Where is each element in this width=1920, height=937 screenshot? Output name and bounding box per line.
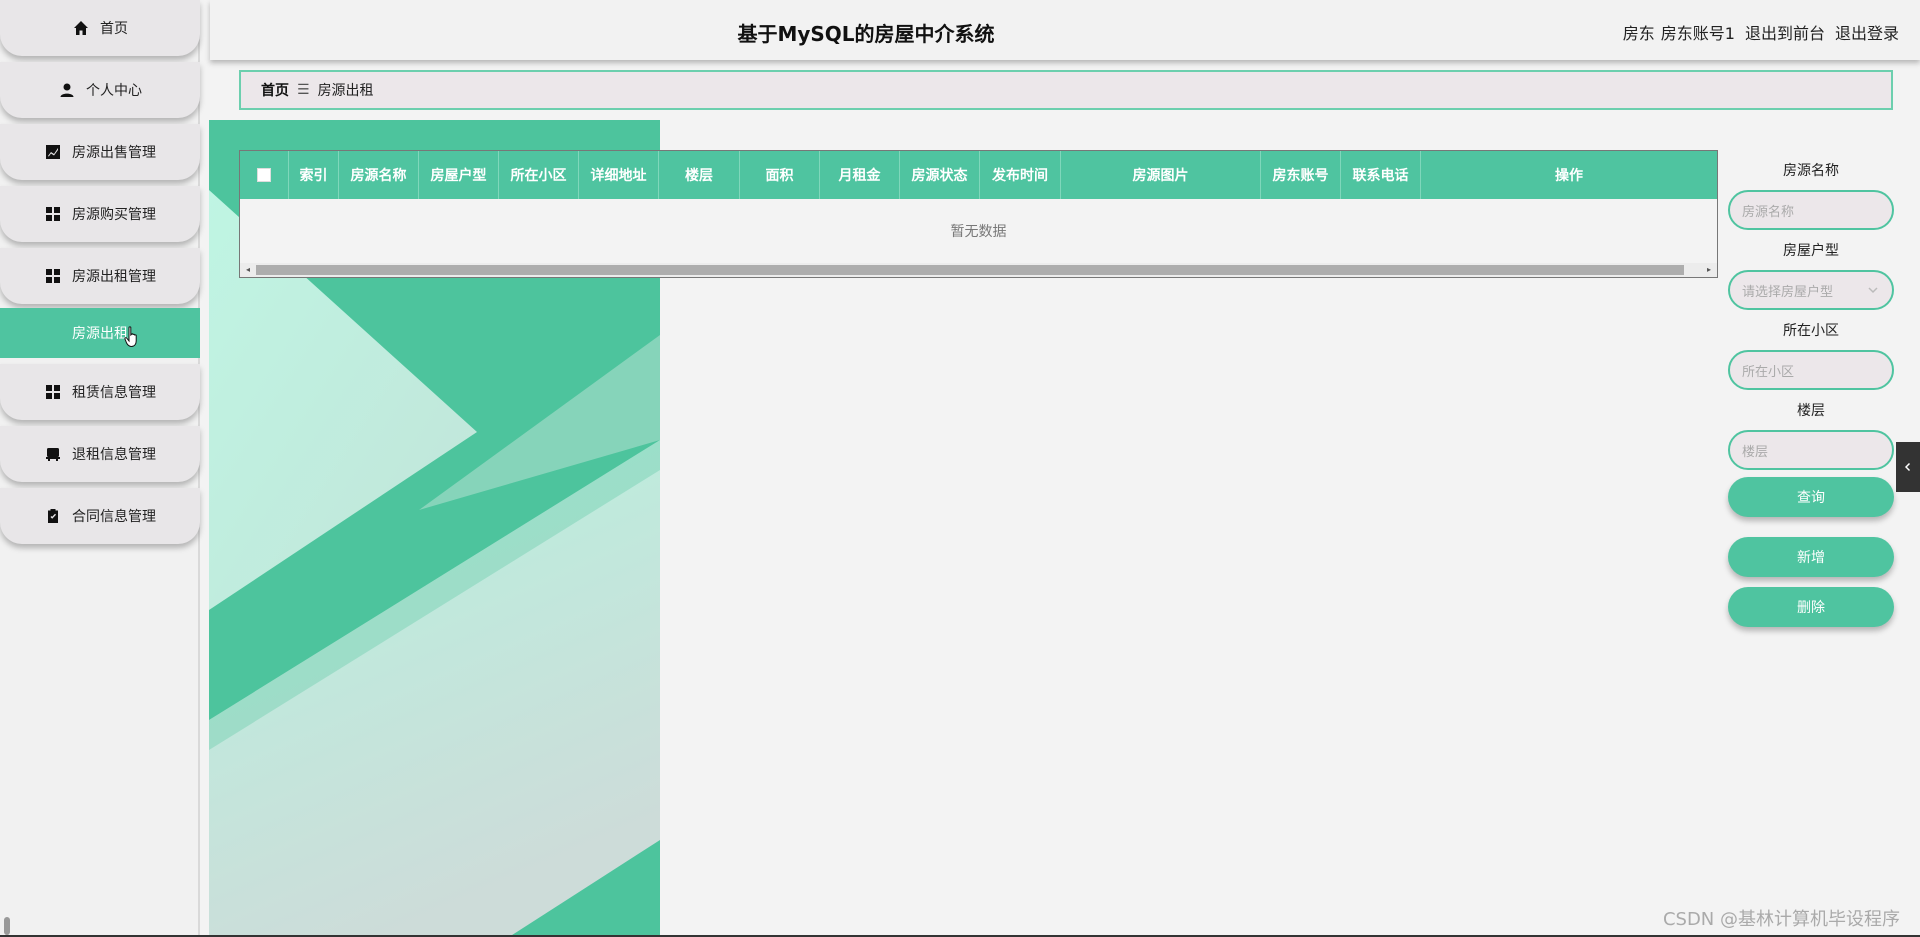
sidebar-item-label: 房源出售管理 (72, 145, 156, 161)
person-icon (58, 81, 76, 99)
grid-icon (44, 267, 62, 285)
user-role: 房东 (1622, 24, 1655, 43)
user-area: 房东 房东账号1 退出到前台 退出登录 (1623, 20, 1899, 44)
chart-icon (44, 143, 62, 161)
horizontal-scrollbar[interactable]: ◂ ▸ (240, 263, 1717, 277)
sidebar-item-personal-center[interactable]: 个人中心 (0, 62, 200, 118)
scroll-left-icon[interactable]: ◂ (243, 265, 253, 275)
sidebar-item-label: 退租信息管理 (72, 447, 156, 463)
sidebar-item-label: 首页 (100, 21, 128, 37)
column-header: 房东账号 (1261, 151, 1341, 199)
community-input[interactable]: 所在小区 (1728, 350, 1894, 390)
desk-icon (44, 445, 62, 463)
column-header: 所在小区 (499, 151, 579, 199)
name-input[interactable]: 房源名称 (1728, 190, 1894, 230)
sidebar-item-checkout-management[interactable]: 退租信息管理 (0, 426, 200, 482)
sidebar-item-label: 个人中心 (86, 83, 142, 99)
user-account: 房东账号1 (1660, 24, 1735, 43)
sidebar-item-label: 合同信息管理 (72, 509, 156, 525)
type-select-placeholder: 请选择房屋户型 (1742, 284, 1834, 300)
sidebar-item-contract-management[interactable]: 合同信息管理 (0, 488, 200, 544)
column-header: 索引 (289, 151, 339, 199)
panel-toggle-button[interactable] (1896, 442, 1920, 492)
sidebar-item-label: 房源购买管理 (72, 207, 156, 223)
add-button[interactable]: 新增 (1728, 537, 1894, 577)
hand-cursor-icon (124, 326, 137, 348)
delete-button[interactable]: 删除 (1728, 587, 1894, 627)
sidebar-item-sale-management[interactable]: 房源出售管理 (0, 124, 200, 180)
sidebar-item-home[interactable]: 首页 (0, 0, 200, 56)
column-header: 操作 (1555, 168, 1583, 184)
page-scrollbar[interactable] (4, 917, 10, 935)
watermark-text: CSDN @基林计算机毕设程序 (1662, 909, 1900, 930)
chevron-left-icon (1904, 462, 1911, 472)
column-header: 房源名称 (339, 151, 419, 199)
logout-link[interactable]: 退出登录 (1835, 20, 1899, 44)
sidebar-item-house-rent[interactable]: 房源出租 (0, 308, 200, 358)
query-button[interactable]: 查询 (1728, 477, 1894, 517)
goto-front-link[interactable]: 退出到前台 (1745, 20, 1825, 44)
breadcrumb-current: 房源出租 (317, 83, 374, 99)
top-header: 基于MySQL的房屋中介系统 房东 房东账号1 退出到前台 退出登录 (210, 0, 1920, 60)
data-table: 索引 房源名称 房屋户型 所在小区 详细地址 楼层 面积 月租金 房源状态 发布… (239, 150, 1718, 278)
select-all-cell (240, 151, 289, 199)
type-label: 房屋户型 (1783, 243, 1839, 259)
column-header: 联系电话 (1341, 151, 1421, 199)
floor-label: 楼层 (1797, 403, 1825, 419)
column-header: 详细地址 (579, 151, 659, 199)
scroll-right-icon[interactable]: ▸ (1704, 265, 1714, 275)
clipboard-icon (44, 507, 62, 525)
grid-icon (44, 205, 62, 223)
column-header: 面积 (740, 151, 820, 199)
scrollbar-thumb[interactable] (256, 265, 1684, 275)
breadcrumb: 首页 ☰ 房源出租 (239, 70, 1893, 110)
community-label: 所在小区 (1783, 323, 1839, 339)
name-label: 房源名称 (1783, 163, 1839, 179)
sidebar-item-label: 房源出租管理 (72, 269, 156, 285)
table-header: 索引 房源名称 房屋户型 所在小区 详细地址 楼层 面积 月租金 房源状态 发布… (240, 151, 1717, 199)
chevron-down-icon (1868, 287, 1878, 294)
empty-state-text: 暂无数据 (950, 224, 1007, 240)
breadcrumb-separator: ☰ (297, 82, 310, 98)
sidebar-item-lease-management[interactable]: 租赁信息管理 (0, 364, 200, 420)
app-title: 基于MySQL的房屋中介系统 (737, 22, 995, 46)
column-header: 发布时间 (980, 151, 1061, 199)
sidebar-item-rent-management[interactable]: 房源出租管理 (0, 248, 200, 304)
select-all-checkbox[interactable] (257, 168, 271, 182)
column-header: 房源状态 (900, 151, 980, 199)
column-header: 房源图片 (1061, 151, 1261, 199)
floor-input[interactable]: 楼层 (1728, 430, 1894, 470)
home-icon (72, 19, 90, 37)
column-header: 房屋户型 (419, 151, 499, 199)
sidebar-item-label: 租赁信息管理 (72, 385, 156, 401)
type-select[interactable]: 请选择房屋户型 (1728, 270, 1894, 310)
sidebar: 首页 个人中心 房源出售管理 房源购买管理 房源出租管理 房源出租 租赁信息管理… (0, 0, 200, 937)
grid-icon (44, 383, 62, 401)
column-header: 月租金 (820, 151, 900, 199)
column-header: 楼层 (659, 151, 740, 199)
sidebar-item-label: 房源出租 (72, 326, 128, 342)
sidebar-item-purchase-management[interactable]: 房源购买管理 (0, 186, 200, 242)
breadcrumb-home[interactable]: 首页 (261, 80, 289, 100)
